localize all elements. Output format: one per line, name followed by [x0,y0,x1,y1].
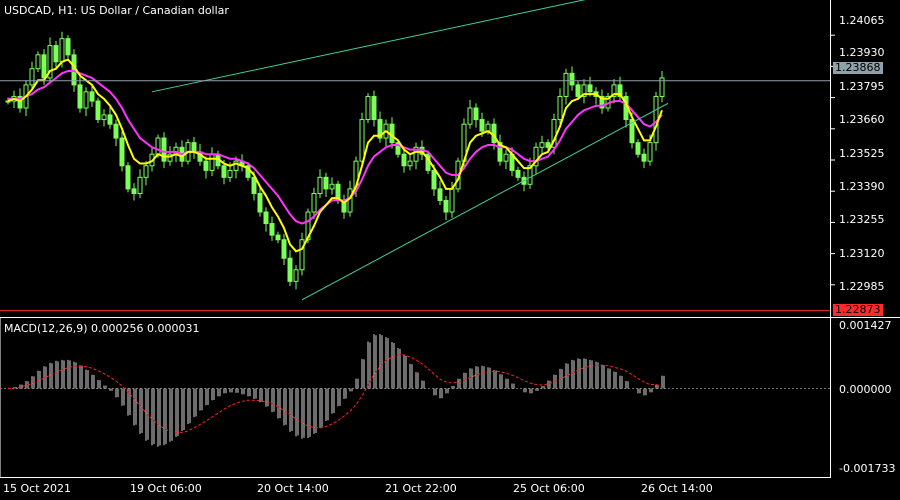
price-tick: 1.24065 [839,14,885,27]
candle-body [515,169,521,178]
macd-signal-line [7,354,663,433]
candle-body [371,95,377,121]
candle-body [107,114,113,125]
current-price-tag: 1.23868 [833,61,883,74]
candle-body [263,211,269,225]
price-tick: 1.23795 [839,80,885,93]
candle-body [287,257,293,282]
candle-body [467,107,473,125]
candle-body [41,54,47,79]
price-tick: 1.23930 [839,46,885,59]
candle-body [257,193,263,213]
candle-body [311,193,317,213]
candle-body [431,169,437,190]
price-tick: 1.23255 [839,213,885,226]
candle-body [317,176,323,195]
candle-body [275,234,281,241]
candle-body [443,199,449,213]
low-price-tag: 1.22873 [833,303,883,316]
candle-body [473,107,479,121]
candle-body [113,123,119,139]
candle-body [191,142,197,153]
time-tick: 19 Oct 06:00 [130,482,202,495]
candle-body [641,153,647,162]
candle-body [269,223,275,236]
candle-body [293,269,299,282]
candle-body [437,188,443,201]
candle-body [95,100,101,121]
price-tick: 1.23660 [839,113,885,126]
macd-tick: -0.001733 [839,462,896,475]
chart-title: USDCAD, H1: US Dollar / Canadian dollar [4,4,229,17]
candle-body [449,188,455,213]
price-tick: 1.23525 [839,147,885,160]
macd-tick: 0.000000 [839,383,892,396]
time-tick: 21 Oct 22:00 [385,482,457,495]
candle-body [323,176,329,190]
candle-body [119,137,125,167]
candle-body [125,165,131,190]
candle-body [59,38,65,63]
time-tick: 25 Oct 06:00 [513,482,585,495]
candle-body [89,91,95,102]
candle-body [407,160,413,167]
time-tick: 20 Oct 14:00 [257,482,329,495]
price-tick: 1.22985 [839,280,885,293]
candle-body [77,84,83,109]
candle-body [65,38,71,56]
candle-body [35,54,41,70]
candle-body [209,153,215,171]
time-tick: 26 Oct 14:00 [641,482,713,495]
candle-body [365,95,371,121]
chart-window[interactable]: USDCAD, H1: US Dollar / Canadian dollar … [0,0,900,500]
price-tick: 1.23390 [839,180,885,193]
macd-title: MACD(12,26,9) 0.000256 0.000031 [4,322,200,335]
candle-body [53,45,59,63]
candle-body [635,142,641,155]
candle-body [503,153,509,162]
candle-body [161,137,167,162]
candle-body [545,142,551,148]
candle-body [227,169,233,178]
candle-body [359,119,365,162]
candle-body [221,165,227,178]
candle-body [137,176,143,195]
chart-canvas[interactable] [0,0,900,500]
candle-body [281,239,287,259]
time-tick: 15 Oct 2021 [3,482,72,495]
candle-body [29,68,35,86]
candle-body [143,165,149,178]
candle-body [575,84,581,97]
macd-tick: 0.001427 [839,319,892,332]
candle-body [479,119,485,132]
candle-body [401,153,407,167]
candle-body [203,160,209,171]
candle-body [557,95,563,121]
candle-body [329,183,335,190]
candle-body [569,72,575,86]
candle-body [155,137,161,155]
candle-body [131,188,137,195]
candle-body [647,142,653,162]
candle-body [587,84,593,93]
candle-body [563,72,569,97]
candle-body [539,142,545,148]
price-tick: 1.23120 [839,247,885,260]
candle-body [83,91,89,109]
candle-body [101,114,107,121]
